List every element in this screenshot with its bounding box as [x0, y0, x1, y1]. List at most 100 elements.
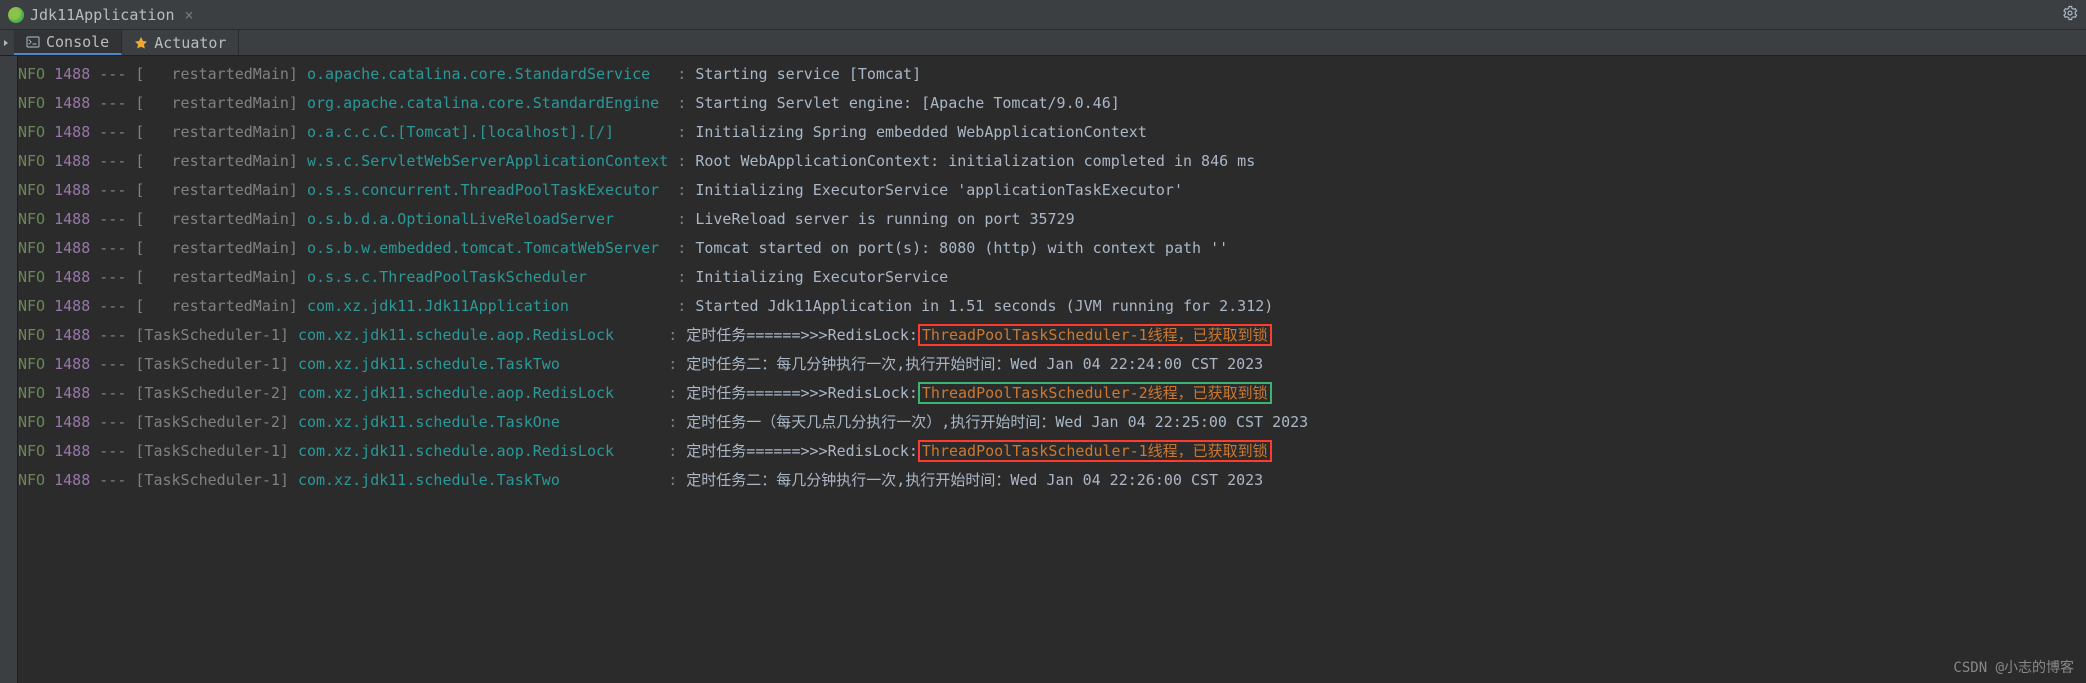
watermark: CSDN @小志的博客 — [1953, 657, 2074, 677]
log-thread: [ restartedMain] — [135, 210, 298, 228]
log-line: NFO 1488 --- [ restartedMain] org.apache… — [18, 89, 2086, 118]
log-level: NFO — [18, 384, 45, 402]
tab-console-label: Console — [46, 33, 109, 51]
log-level: NFO — [18, 442, 45, 460]
log-thread: [TaskScheduler-1] — [135, 355, 289, 373]
log-colon: : — [668, 384, 677, 402]
log-pid: 1488 — [54, 210, 90, 228]
log-line: NFO 1488 --- [ restartedMain] o.s.b.d.a.… — [18, 205, 2086, 234]
log-message-highlight: ThreadPoolTaskScheduler-1线程，已获取到锁 — [918, 440, 1272, 462]
log-colon: : — [668, 442, 677, 460]
log-message: Initializing ExecutorService — [695, 268, 948, 286]
tool-gutter[interactable] — [0, 56, 18, 683]
log-level: NFO — [18, 94, 45, 112]
log-line: NFO 1488 --- [TaskScheduler-1] com.xz.jd… — [18, 321, 2086, 350]
log-message-pre: 定时任务======>>>RedisLock: — [686, 442, 918, 460]
log-level: NFO — [18, 268, 45, 286]
log-sep: --- — [99, 471, 126, 489]
log-message-highlight: ThreadPoolTaskScheduler-1线程，已获取到锁 — [918, 324, 1272, 346]
log-thread: [ restartedMain] — [135, 181, 298, 199]
log-line: NFO 1488 --- [ restartedMain] o.s.s.conc… — [18, 176, 2086, 205]
log-message: Tomcat started on port(s): 8080 (http) w… — [695, 239, 1228, 257]
log-logger: com.xz.jdk11.schedule.TaskTwo — [298, 471, 659, 489]
log-logger: w.s.c.ServletWebServerApplicationContext — [307, 152, 668, 170]
log-line: NFO 1488 --- [ restartedMain] o.s.s.c.Th… — [18, 263, 2086, 292]
tab-expand-icon[interactable] — [0, 30, 14, 56]
log-thread: [TaskScheduler-1] — [135, 442, 289, 460]
log-sep: --- — [99, 268, 126, 286]
log-line: NFO 1488 --- [ restartedMain] w.s.c.Serv… — [18, 147, 2086, 176]
log-thread: [ restartedMain] — [135, 94, 298, 112]
log-level: NFO — [18, 297, 45, 315]
log-message: Root WebApplicationContext: initializati… — [695, 152, 1255, 170]
title-bar: Jdk11Application × — [0, 0, 2086, 30]
log-thread: [ restartedMain] — [135, 152, 298, 170]
log-sep: --- — [99, 442, 126, 460]
log-pid: 1488 — [54, 384, 90, 402]
log-pid: 1488 — [54, 442, 90, 460]
log-thread: [ restartedMain] — [135, 297, 298, 315]
log-logger: com.xz.jdk11.Jdk11Application — [307, 297, 668, 315]
log-message: Initializing ExecutorService 'applicatio… — [695, 181, 1183, 199]
log-pid: 1488 — [54, 65, 90, 83]
tab-actuator[interactable]: Actuator — [122, 30, 239, 55]
log-level: NFO — [18, 239, 45, 257]
log-sep: --- — [99, 355, 126, 373]
log-message: Initializing Spring embedded WebApplicat… — [695, 123, 1147, 141]
log-sep: --- — [99, 297, 126, 315]
log-pid: 1488 — [54, 355, 90, 373]
log-pid: 1488 — [54, 268, 90, 286]
tabs-bar: Console Actuator — [0, 30, 2086, 56]
log-logger: o.apache.catalina.core.StandardService — [307, 65, 668, 83]
app-title: Jdk11Application — [30, 6, 175, 24]
log-thread: [ restartedMain] — [135, 239, 298, 257]
log-pid: 1488 — [54, 94, 90, 112]
log-level: NFO — [18, 181, 45, 199]
log-logger: o.s.s.concurrent.ThreadPoolTaskExecutor — [307, 181, 668, 199]
log-sep: --- — [99, 413, 126, 431]
log-colon: : — [677, 268, 686, 286]
log-message: Started Jdk11Application in 1.51 seconds… — [695, 297, 1273, 315]
log-level: NFO — [18, 123, 45, 141]
log-line: NFO 1488 --- [ restartedMain] o.apache.c… — [18, 60, 2086, 89]
log-logger: o.s.s.c.ThreadPoolTaskScheduler — [307, 268, 668, 286]
log-sep: --- — [99, 152, 126, 170]
log-line: NFO 1488 --- [TaskScheduler-1] com.xz.jd… — [18, 437, 2086, 466]
log-message: Starting Servlet engine: [Apache Tomcat/… — [695, 94, 1119, 112]
log-colon: : — [677, 152, 686, 170]
actuator-icon — [134, 36, 148, 50]
console-icon — [26, 35, 40, 49]
log-level: NFO — [18, 413, 45, 431]
log-colon: : — [677, 297, 686, 315]
log-line: NFO 1488 --- [TaskScheduler-2] com.xz.jd… — [18, 408, 2086, 437]
tab-console[interactable]: Console — [14, 30, 122, 55]
log-message: Starting service [Tomcat] — [695, 65, 921, 83]
console-output[interactable]: NFO 1488 --- [ restartedMain] o.apache.c… — [18, 56, 2086, 683]
title-left: Jdk11Application × — [8, 6, 194, 24]
log-logger: o.s.b.w.embedded.tomcat.TomcatWebServer — [307, 239, 668, 257]
log-level: NFO — [18, 355, 45, 373]
log-line: NFO 1488 --- [TaskScheduler-1] com.xz.jd… — [18, 466, 2086, 495]
close-icon[interactable]: × — [185, 6, 194, 24]
log-sep: --- — [99, 326, 126, 344]
log-message-pre: 定时任务======>>>RedisLock: — [686, 326, 918, 344]
log-logger: com.xz.jdk11.schedule.aop.RedisLock — [298, 442, 659, 460]
log-colon: : — [677, 94, 686, 112]
log-sep: --- — [99, 65, 126, 83]
log-colon: : — [668, 471, 677, 489]
log-thread: [TaskScheduler-1] — [135, 471, 289, 489]
log-logger: com.xz.jdk11.schedule.TaskOne — [298, 413, 659, 431]
log-sep: --- — [99, 210, 126, 228]
log-sep: --- — [99, 384, 126, 402]
log-level: NFO — [18, 471, 45, 489]
log-logger: o.a.c.c.C.[Tomcat].[localhost].[/] — [307, 123, 668, 141]
gear-icon[interactable] — [2062, 5, 2078, 25]
log-colon: : — [668, 355, 677, 373]
log-colon: : — [677, 181, 686, 199]
log-message: LiveReload server is running on port 357… — [695, 210, 1074, 228]
log-message: 定时任务二：每几分钟执行一次,执行开始时间：Wed Jan 04 22:26:0… — [686, 471, 1263, 489]
log-pid: 1488 — [54, 123, 90, 141]
log-colon: : — [677, 210, 686, 228]
log-logger: com.xz.jdk11.schedule.aop.RedisLock — [298, 384, 659, 402]
log-line: NFO 1488 --- [ restartedMain] com.xz.jdk… — [18, 292, 2086, 321]
